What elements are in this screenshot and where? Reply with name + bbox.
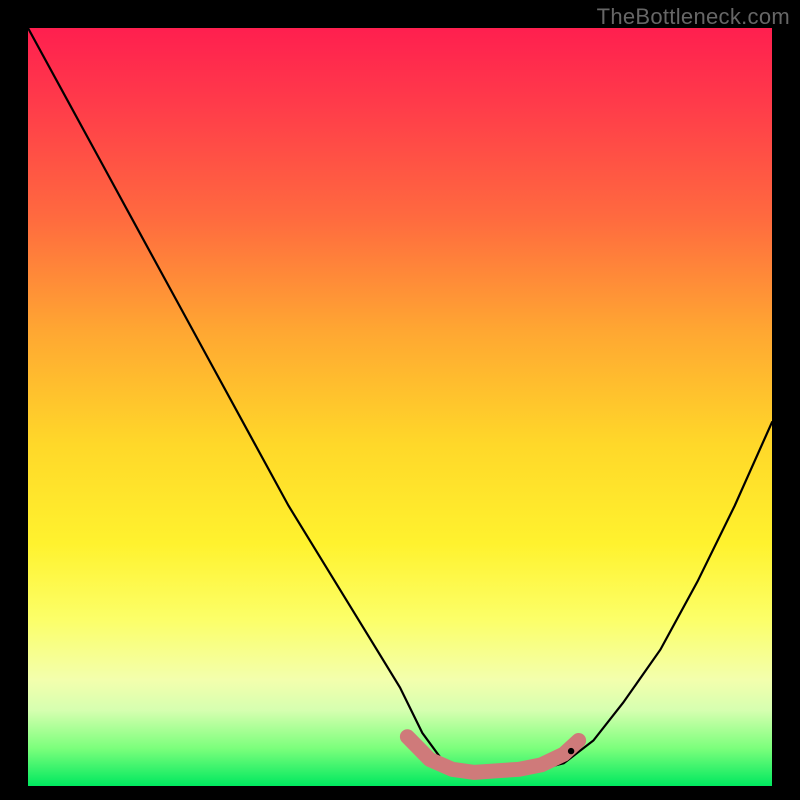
curve-marker-dot	[568, 748, 574, 754]
chart-svg	[28, 28, 772, 786]
pink-floor-highlight	[407, 737, 578, 773]
chart-frame: TheBottleneck.com	[0, 0, 800, 800]
plot-area	[28, 28, 772, 786]
watermark-text: TheBottleneck.com	[597, 4, 790, 30]
bottleneck-curve	[28, 28, 772, 775]
